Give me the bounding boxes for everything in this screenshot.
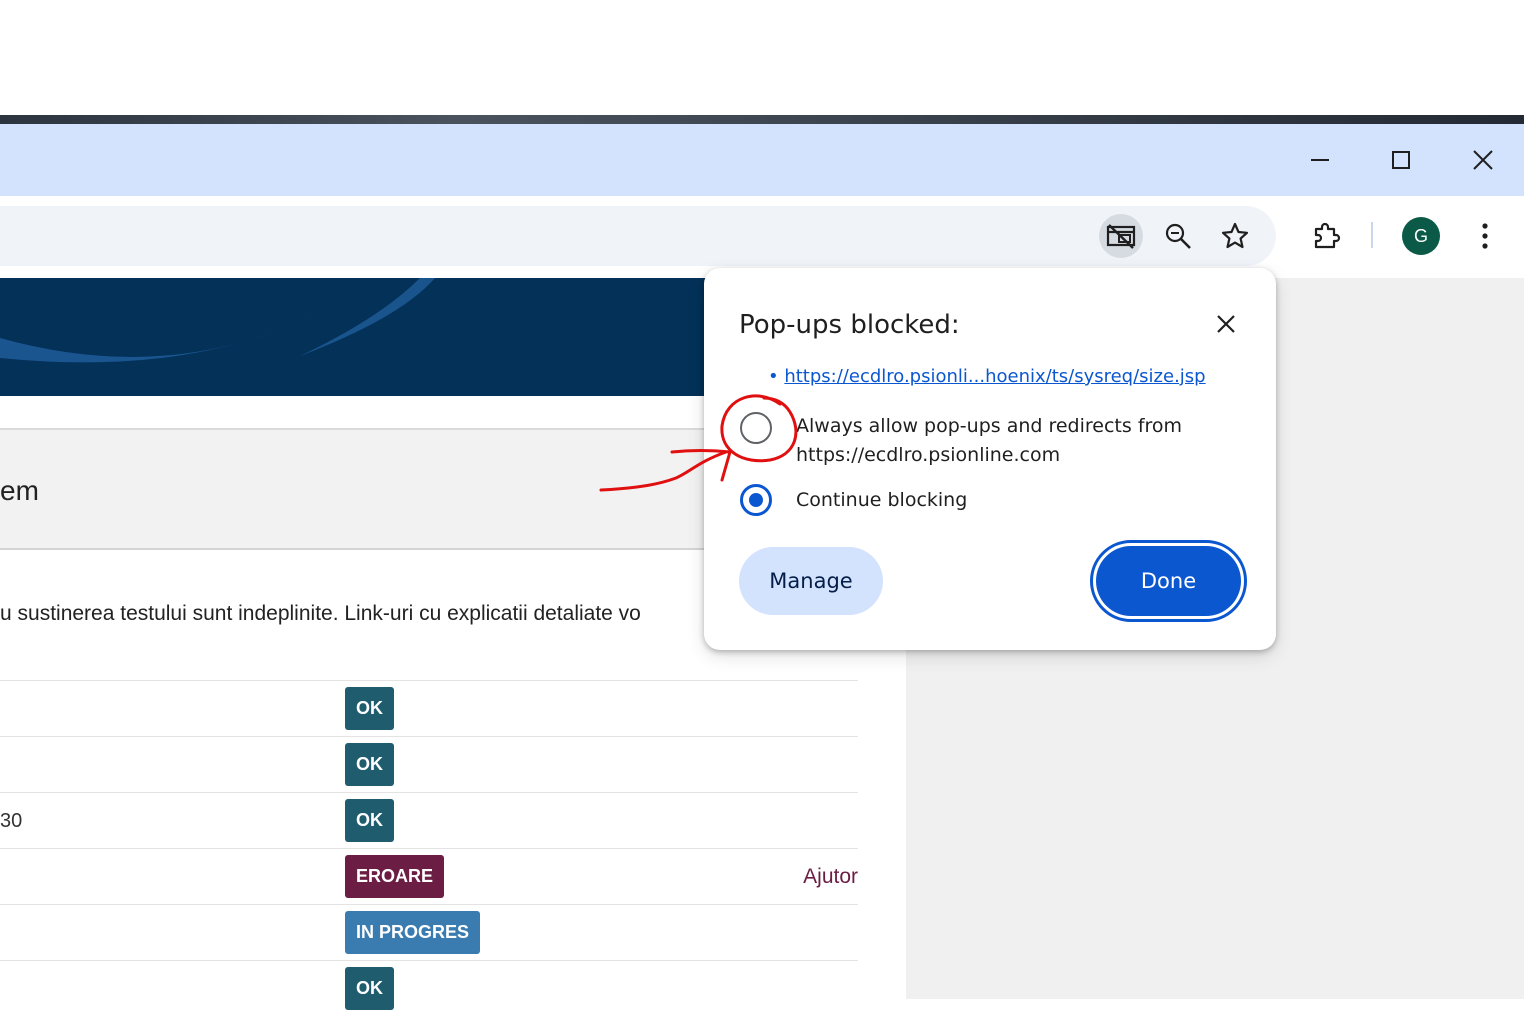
address-bar[interactable] — [0, 206, 1276, 266]
minimize-button[interactable] — [1300, 142, 1340, 178]
help-link[interactable]: Ajutor — [803, 865, 858, 889]
status-badge: EROARE — [345, 855, 445, 898]
manage-button[interactable]: Manage — [739, 547, 883, 615]
blocked-popup-link[interactable]: https://ecdlro.psionli...hoenix/ts/sysre… — [784, 366, 1205, 387]
radio-continue-blocking[interactable] — [740, 484, 772, 516]
popup-blocked-icon — [1103, 218, 1139, 254]
star-icon — [1221, 222, 1249, 249]
status-badge: OK — [345, 967, 394, 1010]
maximize-button[interactable] — [1381, 142, 1421, 178]
blocked-popup-item: • https://ecdlro.psionli...hoenix/ts/sys… — [768, 366, 1206, 387]
table-row: OK — [0, 680, 858, 736]
status-badge: OK — [345, 687, 394, 730]
option-allow-line1: Always allow pop-ups and redirects from — [796, 415, 1183, 437]
bullet-glyph: • — [768, 366, 785, 387]
status-badge: IN PROGRES — [345, 911, 481, 954]
minimize-icon — [1311, 159, 1329, 161]
status-badge: OK — [345, 743, 394, 786]
bookmark-button[interactable] — [1217, 218, 1253, 254]
zoom-button[interactable] — [1160, 218, 1196, 254]
extensions-button[interactable] — [1307, 217, 1345, 255]
toolbar-separator — [1371, 222, 1373, 248]
section-title: em — [0, 475, 39, 506]
menu-button[interactable] — [1468, 218, 1502, 254]
site-banner — [0, 278, 706, 396]
popups-blocked-dialog: Pop-ups blocked: • https://ecdlro.psionl… — [704, 268, 1276, 650]
done-button[interactable]: Done — [1096, 546, 1241, 616]
maximize-icon — [1392, 151, 1410, 169]
table-row: EROARE Ajutor — [0, 848, 858, 904]
option-always-allow-label[interactable]: Always allow pop-ups and redirects from … — [796, 412, 1182, 470]
row-label: 30 — [0, 810, 23, 832]
status-badge: OK — [345, 799, 394, 842]
profile-avatar[interactable]: G — [1402, 217, 1440, 255]
radio-always-allow[interactable] — [740, 412, 772, 444]
zoom-icon — [1165, 223, 1191, 249]
option-allow-line2: https://ecdlro.psionline.com — [796, 444, 1061, 466]
close-icon — [1473, 150, 1493, 170]
dialog-close-button[interactable] — [1212, 310, 1240, 338]
option-continue-blocking-label[interactable]: Continue blocking — [796, 486, 967, 515]
table-row: IN PROGRES — [0, 904, 858, 960]
browser-titlebar — [0, 124, 1524, 196]
desktop-background-top — [0, 0, 1536, 115]
dialog-title: Pop-ups blocked: — [739, 310, 960, 340]
close-icon — [1217, 315, 1235, 333]
puzzle-icon — [1314, 222, 1341, 249]
window-close-button[interactable] — [1463, 142, 1503, 178]
table-row: 30 OK — [0, 792, 858, 848]
banner-swoosh — [0, 278, 435, 363]
table-row: OK — [0, 960, 858, 1016]
three-dots-icon — [1482, 223, 1488, 249]
intro-text: u sustinerea testului sunt indeplinite. … — [0, 602, 641, 625]
table-row: OK — [0, 736, 858, 792]
